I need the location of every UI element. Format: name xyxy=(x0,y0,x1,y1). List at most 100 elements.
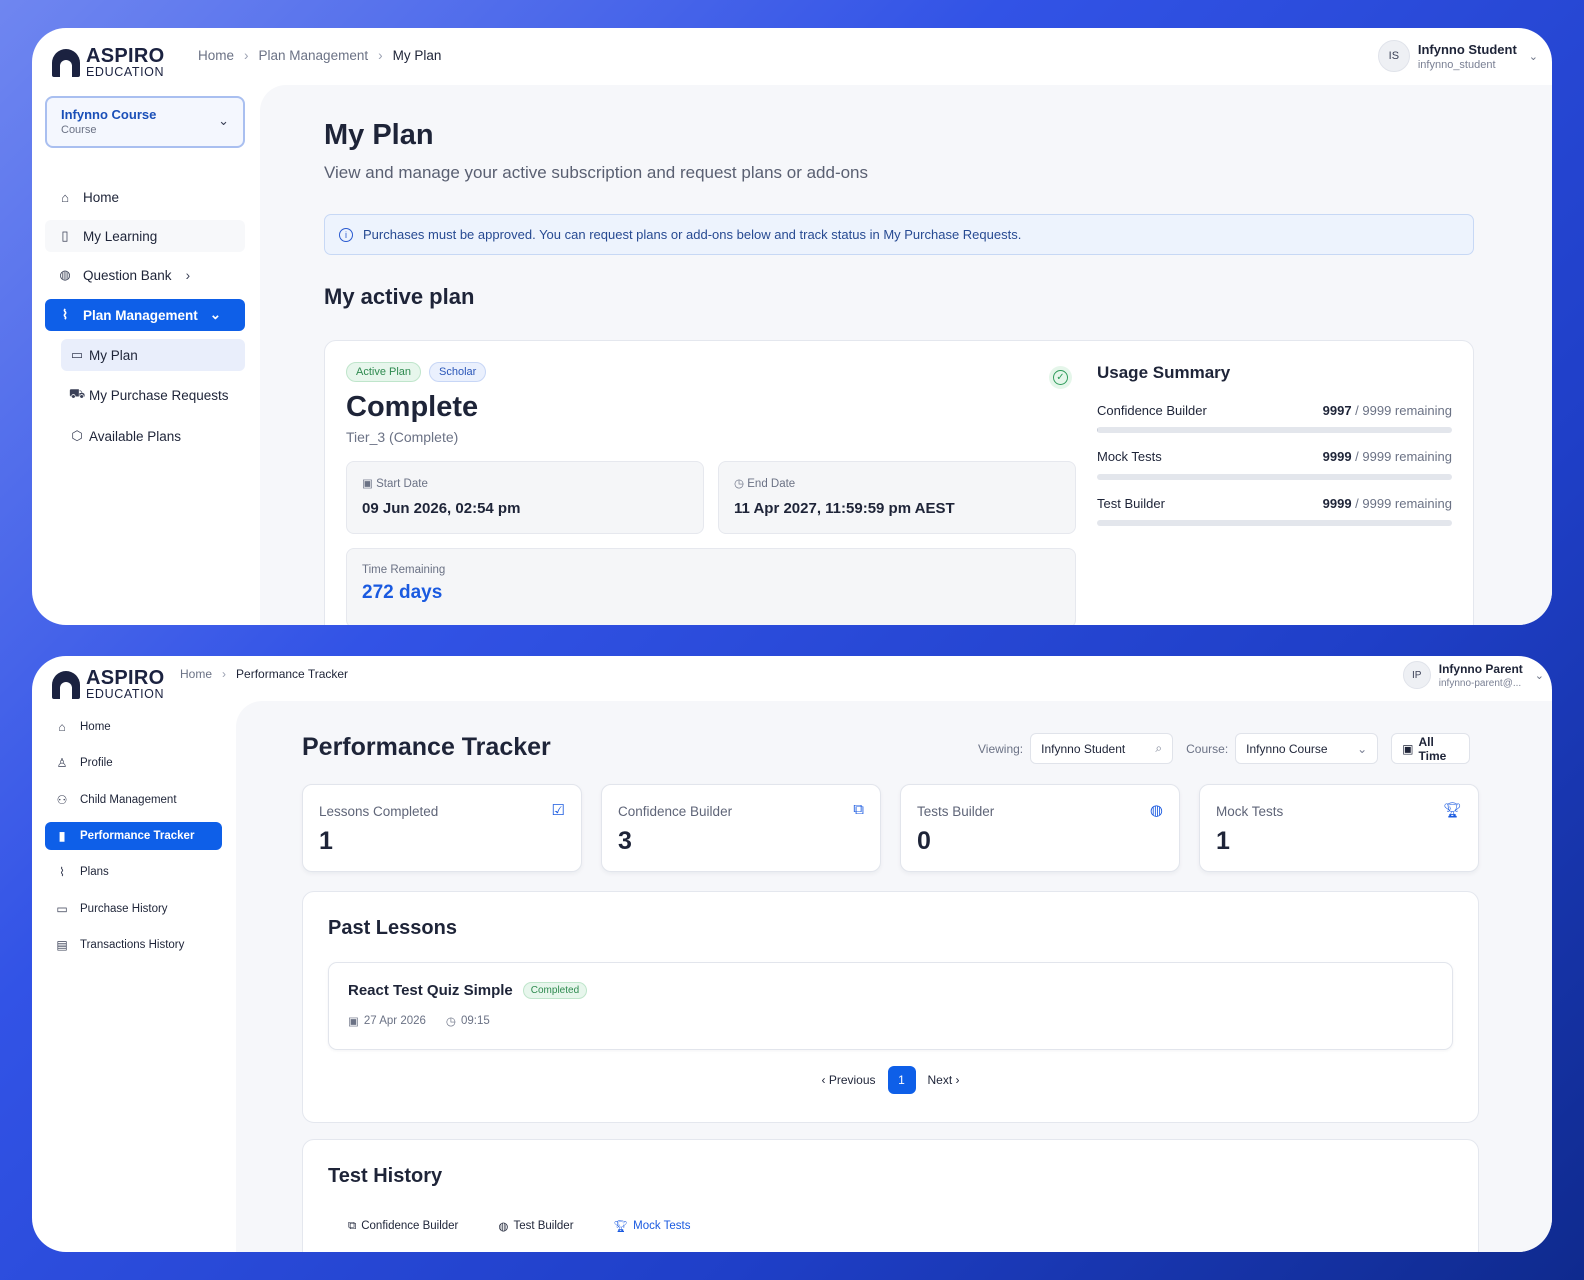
logo-mark-icon xyxy=(52,670,80,699)
page-1-button[interactable]: 1 xyxy=(887,1066,916,1094)
chevron-right-icon: › xyxy=(185,267,191,283)
sidebar-item-purchase-history[interactable]: ▭ Purchase History xyxy=(45,895,222,923)
usage-suffix: / 9999 remaining xyxy=(1351,449,1452,464)
sidebar-item-home[interactable]: ⌂ Home xyxy=(45,713,222,741)
sidebar-item-label: My Plan xyxy=(89,347,138,363)
lesson-name: React Test Quiz Simple xyxy=(348,982,513,999)
stat-label: Mock Tests xyxy=(1216,804,1284,819)
stat-label: Tests Builder xyxy=(917,804,995,819)
stat-value: 0 xyxy=(917,827,931,855)
next-label: Next xyxy=(927,1073,953,1087)
viewing-value: Infynno Student xyxy=(1041,741,1126,756)
viewing-select[interactable]: Infynno Student ⌕ xyxy=(1030,733,1174,764)
sidebar-item-my-learning[interactable]: ▯ My Learning xyxy=(45,220,245,252)
stat-mock-tests: Mock Tests 1 🏆︎ xyxy=(1199,784,1479,872)
sidebar-item-child-management[interactable]: ⚇ Child Management xyxy=(45,786,222,814)
sidebar-item-available-plans[interactable]: ⬡ Available Plans xyxy=(61,420,245,452)
filters: Viewing: Infynno Student ⌕ Course: Infynn… xyxy=(978,733,1471,764)
my-plan-window: ASPIRO EDUCATION Home › Plan Management › M… xyxy=(32,28,1552,625)
sidebar-item-home[interactable]: ⌂ Home xyxy=(45,181,245,213)
usage-name: Test Builder xyxy=(1097,496,1165,511)
lesson-item[interactable]: React Test Quiz Simple Completed ▣ 27 Apr… xyxy=(328,962,1453,1050)
tab-label: Confidence Builder xyxy=(361,1220,459,1232)
test-history-tabs: ⧉ Confidence Builder ◍ Test Builder 🏆︎ Mock… xyxy=(348,1219,691,1234)
info-icon: i xyxy=(339,227,353,242)
sidebar-item-purchase-requests[interactable]: ⛟ My Purchase Requests xyxy=(61,379,245,411)
user-handle: infynno_student xyxy=(1417,58,1496,71)
usage-suffix: / 9999 remaining xyxy=(1351,403,1452,418)
section-title: Test History xyxy=(328,1165,443,1187)
stat-value: 1 xyxy=(1216,827,1230,855)
sidebar-item-label: Available Plans xyxy=(89,428,182,444)
chevron-right-icon: › xyxy=(955,1073,960,1087)
course-select[interactable]: Infynno Course Course ⌄ xyxy=(45,96,245,148)
home-icon: ⌂ xyxy=(61,189,69,205)
page-title: My Plan xyxy=(324,119,434,151)
user-menu[interactable]: IS Infynno Student infynno_student ⌄ xyxy=(1377,40,1538,72)
logo-mark-icon xyxy=(52,48,80,77)
stat-tests-builder: Tests Builder 0 ◍ xyxy=(900,784,1180,872)
check-circle-icon: ✓ xyxy=(1049,366,1072,389)
breadcrumb-home[interactable]: Home xyxy=(180,667,212,681)
breadcrumb-plan-management[interactable]: Plan Management xyxy=(259,48,369,63)
sidebar-item-performance-tracker[interactable]: ▮ Performance Tracker xyxy=(45,822,222,850)
sidebar-item-transactions-history[interactable]: ▤ Transactions History xyxy=(45,931,222,959)
plan-name: Complete xyxy=(346,391,479,423)
usage-row-mock-tests: Mock Tests 9999 / 9999 remaining xyxy=(1097,449,1452,464)
usage-name: Mock Tests xyxy=(1097,449,1162,464)
logo-name: ASPIRO xyxy=(86,667,165,689)
sidebar-item-label: Home xyxy=(83,189,120,205)
course-select[interactable]: Infynno Course ⌄ xyxy=(1235,733,1379,764)
start-date-box: ▣ Start Date 09 Jun 2026, 02:54 pm xyxy=(346,461,704,534)
chevron-down-icon: ⌄ xyxy=(1528,50,1538,63)
usage-bar-test-builder xyxy=(1097,520,1452,526)
time-remaining-value: 272 days xyxy=(362,582,443,603)
sidebar-item-profile[interactable]: ♙ Profile xyxy=(45,749,222,777)
tab-test-builder[interactable]: ◍ Test Builder xyxy=(498,1219,573,1233)
sidebar-item-label: Performance Tracker xyxy=(80,830,195,842)
start-date-value: 09 Jun 2026, 02:54 pm xyxy=(362,500,521,517)
rss-icon: ⌇ xyxy=(59,865,65,879)
rss-icon: ⌇ xyxy=(61,307,69,322)
sidebar-item-label: Profile xyxy=(80,757,113,769)
next-page-button[interactable]: Next › xyxy=(928,1073,960,1087)
chevron-left-icon: ‹ xyxy=(821,1073,826,1087)
time-remaining-box: Time Remaining 272 days xyxy=(346,548,1076,625)
breadcrumb-current: Performance Tracker xyxy=(236,667,349,681)
sidebar-item-my-plan[interactable]: ▭ My Plan xyxy=(61,339,245,371)
tab-mock-tests[interactable]: 🏆︎ Mock Tests xyxy=(614,1219,691,1233)
users-icon: ⚇ xyxy=(56,793,68,807)
tab-confidence-builder[interactable]: ⧉ Confidence Builder xyxy=(348,1219,458,1233)
calendar-icon: ▣ xyxy=(348,1016,359,1028)
aspiro-logo[interactable]: ASPIRO EDUCATION xyxy=(52,45,165,79)
pagination: ‹ Previous 1 Next › xyxy=(303,1066,1478,1094)
sidebar-item-plans[interactable]: ⌇ Plans xyxy=(45,858,222,886)
sidebar-item-label: Question Bank xyxy=(83,267,172,283)
breadcrumb-home[interactable]: Home xyxy=(198,48,234,63)
time-range-button[interactable]: ▣ All Time xyxy=(1391,733,1471,764)
sidebar-item-question-bank[interactable]: ◍ Question Bank › xyxy=(45,259,245,291)
globe-icon: ◍ xyxy=(1149,802,1163,819)
page-title: Performance Tracker xyxy=(302,733,551,761)
blocks-icon: ⧉ xyxy=(348,1219,357,1232)
avatar: IP xyxy=(1402,661,1431,689)
sidebar-item-label: Home xyxy=(80,721,111,733)
previous-page-button[interactable]: ‹ Previous xyxy=(821,1073,875,1087)
aspiro-logo[interactable]: ASPIRO EDUCATION xyxy=(52,667,165,700)
sidebar-item-label: Purchase History xyxy=(80,903,168,915)
clock-icon: ◷ xyxy=(734,478,745,490)
logo-sub: EDUCATION xyxy=(86,65,165,79)
lesson-date: 27 Apr 2026 xyxy=(363,1015,426,1027)
card-icon: ▭ xyxy=(70,347,84,362)
sidebar-item-label: Transactions History xyxy=(80,939,185,951)
course-select-title: Infynno Course xyxy=(61,107,157,122)
sidebar-item-plan-management[interactable]: ⌇ Plan Management ⌄ xyxy=(45,299,245,331)
tab-label: Test Builder xyxy=(513,1220,574,1232)
status-badge: Completed xyxy=(522,982,588,999)
course-select-sub: Course xyxy=(61,124,97,136)
user-handle: infynno-parent@... xyxy=(1438,677,1522,689)
logo-name: ASPIRO xyxy=(86,45,165,67)
usage-summary-title: Usage Summary xyxy=(1097,363,1231,382)
user-menu[interactable]: IP Infynno Parent infynno-parent@... ⌄ xyxy=(1402,661,1544,689)
active-plan-card: Active Plan Scholar Complete Tier_3 (Com… xyxy=(324,340,1474,625)
